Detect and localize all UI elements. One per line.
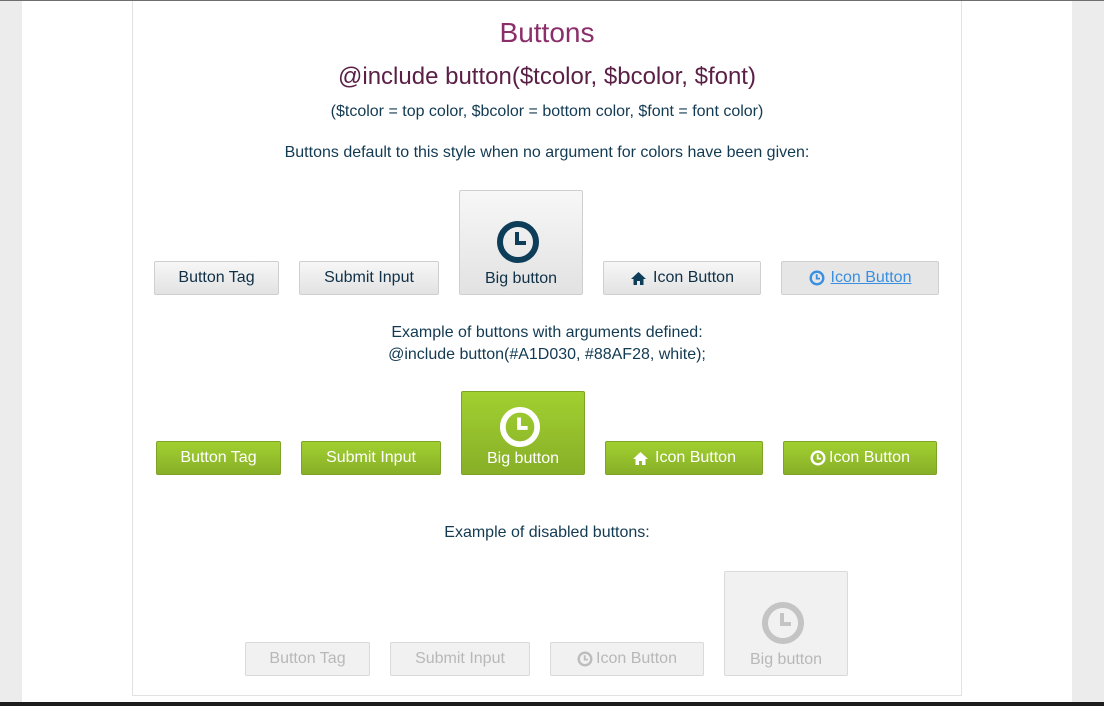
button-label: Icon Button [655,449,736,466]
button-label: Icon Button [596,650,677,667]
button-label: Icon Button [829,449,910,466]
disabled-note: Example of disabled buttons: [444,524,650,541]
default-home-icon-button[interactable]: Icon Button [603,261,761,295]
default-submit-input[interactable]: Submit Input [299,261,439,295]
clock-icon [496,220,540,264]
disabled-clock-icon-button: Icon Button [550,642,704,676]
page-gutter-right [1072,1,1104,702]
mixin-params: ($tcolor = top color, $bcolor = bottom c… [330,103,764,120]
green-clock-icon-button[interactable]: Icon Button [783,441,937,475]
clock-icon [761,601,805,645]
disabled-big-button: Big button [724,571,848,676]
button-label: Submit Input [326,449,416,466]
button-label: Submit Input [415,650,505,667]
button-label: Big button [486,450,560,467]
green-big-button[interactable]: Big button [461,391,585,475]
button-label: Submit Input [324,269,414,286]
clock-icon [810,450,826,466]
button-label: Button Tag [180,449,257,466]
green-button-tag[interactable]: Button Tag [156,441,281,475]
button-label: Button Tag [269,650,346,667]
default-clock-icon-button-active[interactable]: Icon Button [781,261,939,295]
page-gutter-left [0,1,22,702]
home-icon [630,271,647,286]
mixin-signature: @include button($tcolor, $bcolor, $font) [338,63,756,90]
disabled-button-tag: Button Tag [245,642,370,676]
default-button-tag[interactable]: Button Tag [154,261,279,295]
clock-icon [809,270,825,286]
arguments-note-line1: Example of buttons with arguments define… [391,324,703,341]
clock-icon [577,651,593,667]
clock-icon [499,406,541,448]
default-style-note: Buttons default to this style when no ar… [284,144,810,161]
button-label: Big button [749,651,823,668]
arguments-note-line2: @include button(#A1D030, #88AF28, white)… [388,346,706,363]
green-submit-input[interactable]: Submit Input [301,441,441,475]
home-icon [632,451,649,466]
green-home-icon-button[interactable]: Icon Button [605,441,763,475]
content-panel: Buttons @include button($tcolor, $bcolor… [132,1,962,696]
default-big-button[interactable]: Big button [459,190,583,295]
button-label: Button Tag [178,269,255,286]
button-label: Icon Button [830,269,912,286]
page-title: Buttons [499,17,595,48]
disabled-submit-input: Submit Input [390,642,530,676]
button-label: Icon Button [653,269,734,286]
window-bottom-border [0,702,1104,706]
button-label: Big button [484,270,558,287]
arguments-note: Example of buttons with arguments define… [133,322,961,366]
